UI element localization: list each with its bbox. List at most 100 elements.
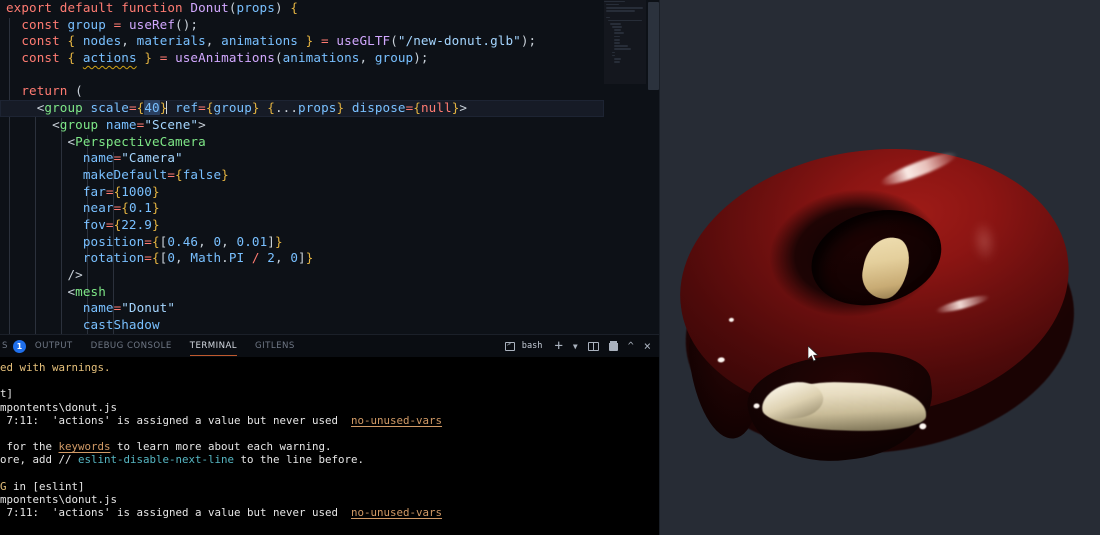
code-line[interactable]: name="Donut": [0, 300, 604, 317]
code-lines-container[interactable]: export default function Donut(props) { c…: [0, 0, 604, 334]
code-line[interactable]: const group = useRef();: [0, 17, 604, 34]
tab-terminal[interactable]: TERMINAL: [181, 335, 246, 357]
terminal-line: t]: [0, 387, 660, 400]
tab-problems[interactable]: S: [0, 335, 12, 357]
code-token: }: [151, 200, 160, 216]
terminal-text: in [eslint]: [6, 479, 85, 493]
code-line[interactable]: castShadow: [0, 317, 604, 334]
tab-debug-console[interactable]: DEBUG CONSOLE: [82, 335, 181, 357]
tab-output[interactable]: OUTPUT: [26, 335, 82, 357]
code-token: <: [67, 133, 76, 149]
code-token: ,: [175, 250, 191, 266]
terminal-output[interactable]: ed with warnings. t] mpontents\donut.js 7…: [0, 357, 660, 535]
code-token: {: [290, 0, 298, 15]
scrollbar-thumb[interactable]: [648, 2, 659, 90]
code-token: >: [198, 116, 206, 132]
code-token: }: [298, 33, 314, 49]
terminal-text: t]: [0, 387, 14, 401]
code-line[interactable]: return (: [0, 83, 604, 100]
code-line[interactable]: <PerspectiveCamera: [0, 134, 604, 151]
code-token: const: [21, 16, 60, 32]
code-token: null: [420, 100, 452, 116]
code-line[interactable]: <mesh: [0, 284, 604, 301]
code-line[interactable]: near={0.1}: [0, 200, 604, 217]
code-token: nodes: [82, 33, 122, 49]
code-token: 2: [267, 250, 275, 266]
code-token: name: [82, 150, 114, 166]
code-token: ,: [205, 33, 222, 49]
chevron-up-icon[interactable]: ^: [623, 335, 639, 357]
code-token: {: [175, 166, 183, 182]
code-token: 1000: [121, 183, 152, 199]
code-token: ref: [175, 100, 199, 116]
code-token: {: [413, 100, 421, 116]
code-line[interactable]: <group scale={40} ref={group} {...props}…: [0, 100, 604, 117]
code-token: ]: [267, 233, 275, 249]
code-line[interactable]: fov={22.9}: [0, 217, 604, 234]
terminal-text: to learn more about each warning.: [110, 440, 332, 454]
code-token: 40: [144, 100, 160, 116]
code-token: makeDefault: [82, 166, 168, 182]
code-token: animations: [221, 33, 298, 49]
code-token: mesh: [75, 283, 106, 299]
code-token: ();: [175, 16, 199, 32]
shell-label[interactable]: bash: [520, 335, 550, 357]
terminal-text: to the line before.: [234, 453, 365, 467]
editor-minimap[interactable]: [604, 0, 646, 334]
code-line[interactable]: [0, 67, 604, 84]
code-token: ,: [274, 250, 291, 266]
code-token: useAnimations: [175, 50, 275, 66]
code-token: useRef: [128, 16, 176, 32]
panel-tab-bar[interactable]: S 1 OUTPUT DEBUG CONSOLE TERMINAL GITLEN…: [0, 335, 660, 357]
terminal-line: ore, add // eslint-disable-next-line to …: [0, 453, 660, 466]
code-token: {: [67, 50, 83, 66]
code-token: 0.46: [167, 233, 199, 249]
tab-problems-label: S: [2, 341, 8, 351]
code-line[interactable]: export default function Donut(props) {: [0, 0, 604, 17]
code-token: PerspectiveCamera: [75, 133, 206, 149]
code-line[interactable]: rotation={[0, Math.PI / 2, 0]}: [0, 250, 604, 267]
code-line[interactable]: name="Camera": [0, 150, 604, 167]
code-token: }: [251, 100, 260, 116]
code-line[interactable]: <group name="Scene">: [0, 117, 604, 134]
split-terminal-icon[interactable]: [583, 335, 604, 357]
code-token: =: [105, 216, 114, 232]
trash-icon[interactable]: [604, 335, 623, 357]
code-editor[interactable]: export default function Donut(props) { c…: [0, 0, 660, 334]
editor-vertical-scrollbar[interactable]: [646, 0, 660, 334]
close-icon[interactable]: ×: [639, 335, 656, 357]
code-line[interactable]: const { actions } = useAnimations(animat…: [0, 50, 604, 67]
code-token: 0: [213, 233, 222, 249]
code-token: false: [182, 166, 222, 182]
terminal-text: eslint-disable-next-line: [78, 453, 235, 467]
terminal-text: keywords: [58, 440, 111, 454]
code-token: 0.01: [236, 233, 268, 249]
code-token: default: [59, 0, 114, 15]
code-token: }: [305, 250, 314, 266]
code-line[interactable]: />: [0, 267, 604, 284]
code-line[interactable]: makeDefault={false}: [0, 167, 604, 184]
3d-viewport[interactable]: [660, 0, 1100, 535]
code-token: dispose: [351, 100, 406, 116]
tab-gitlens[interactable]: GITLENS: [246, 335, 304, 357]
code-line[interactable]: far={1000}: [0, 184, 604, 201]
terminal-icon[interactable]: [500, 335, 520, 357]
code-token: (: [228, 0, 237, 15]
code-line[interactable]: position={[0.46, 0, 0.01]}: [0, 234, 604, 251]
terminal-line: G in [eslint]: [0, 480, 660, 493]
panel-action-bar: bash + ▼ ^ ×: [500, 335, 656, 357]
app-window: export default function Donut(props) { c…: [0, 0, 1100, 535]
code-line[interactable]: const { nodes, materials, animations } =…: [0, 33, 604, 50]
code-token: props: [298, 100, 337, 116]
chevron-down-icon[interactable]: ▼: [568, 335, 583, 357]
terminal-line: mpontents\donut.js: [0, 401, 660, 414]
donut-model[interactable]: [660, 117, 1098, 523]
new-terminal-button[interactable]: +: [549, 335, 567, 357]
terminal-text: mpontents\donut.js: [0, 400, 118, 414]
code-token: {: [121, 200, 129, 216]
code-token: group: [67, 16, 106, 32]
mouse-cursor: [808, 346, 819, 362]
code-token: useGLTF: [336, 33, 391, 49]
